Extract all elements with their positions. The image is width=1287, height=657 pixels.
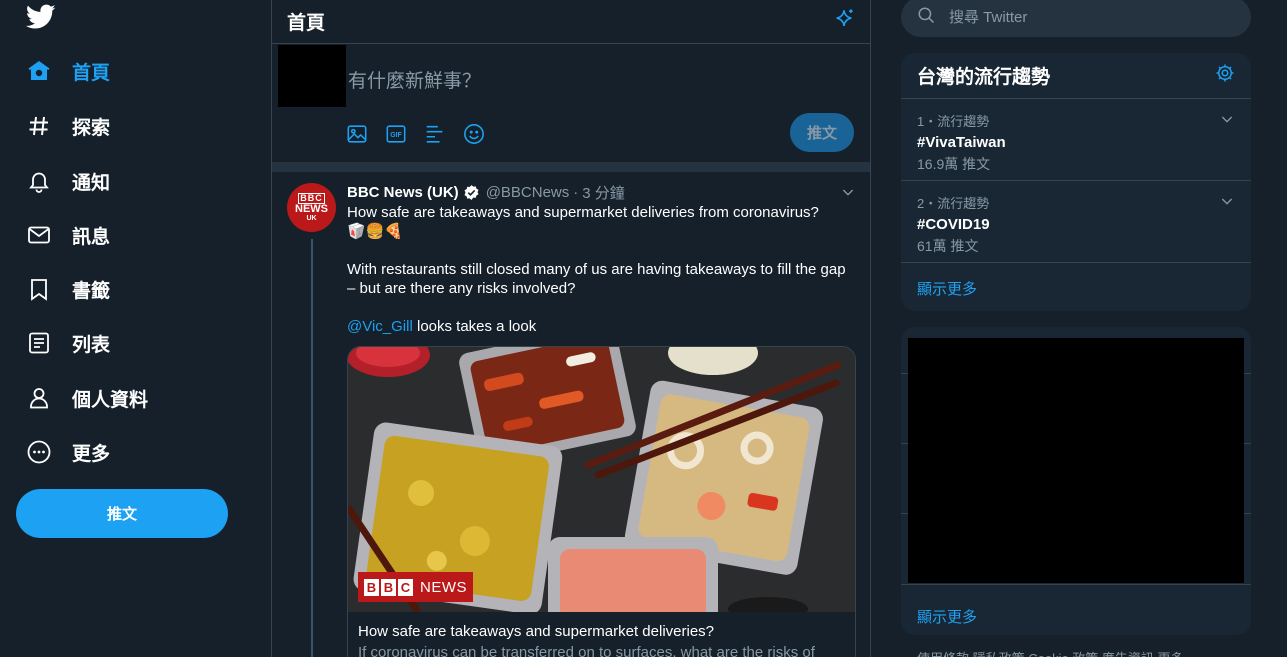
link-card[interactable]: B B C NEWS How safe are takeaways and su… <box>347 346 856 657</box>
person-icon <box>26 385 52 411</box>
left-sidebar: 首頁 探索 通知 訊息 書籤 列表 個人資料 更多 推文 <box>0 0 271 657</box>
nav-item-label: 首頁 <box>72 62 111 84</box>
show-more-link[interactable]: 顯示更多 <box>901 591 993 635</box>
nav-item-more[interactable]: 更多 <box>14 429 122 475</box>
chevron-down-icon[interactable] <box>840 184 856 205</box>
separator: · <box>573 184 579 201</box>
tweet-paragraph: With restaurants still closed many of us… <box>347 261 846 297</box>
bookmark-icon <box>26 276 52 302</box>
nav-item-label: 訊息 <box>72 226 111 248</box>
poll-icon[interactable] <box>424 121 463 147</box>
search-bar[interactable] <box>901 0 1251 37</box>
card-description: If coronavirus can be transferred on to … <box>358 644 815 657</box>
trend-item[interactable]: 2・流行趨勢 #COVID19 61萬 推文 <box>901 181 1251 263</box>
home-icon <box>26 58 52 84</box>
card-title: How safe are takeaways and supermarket d… <box>358 623 715 640</box>
tweet-header: BBC News (UK) @BBCNews · 3 分鐘 <box>347 182 625 203</box>
emoji-icon[interactable] <box>463 121 502 147</box>
logo-letter: B <box>381 578 396 596</box>
divider <box>272 162 870 172</box>
hashtag-icon <box>26 113 52 139</box>
tweet-paragraph: looks takes a look <box>412 318 537 335</box>
list-icon <box>26 330 52 356</box>
bell-icon <box>26 168 52 194</box>
nav-item-profile[interactable]: 個人資料 <box>14 375 160 421</box>
page-title: 首頁 <box>287 13 326 34</box>
redacted-content <box>908 338 1244 583</box>
trend-tag: #COVID19 <box>917 216 990 233</box>
avatar-text-news: NEWS <box>295 203 328 215</box>
bbc-news-logo: B B C NEWS <box>358 572 473 602</box>
gif-icon[interactable]: GIF <box>385 121 424 147</box>
sparkle-icon[interactable] <box>833 8 855 35</box>
avatar[interactable] <box>278 45 346 107</box>
tweet-button[interactable]: 推文 <box>16 489 228 538</box>
nav-item-label: 更多 <box>72 443 111 465</box>
trend-item[interactable]: 1・流行趨勢 #VivaTaiwan 16.9萬 推文 <box>901 99 1251 181</box>
tweet-text: How safe are takeaways and supermarket d… <box>347 203 852 355</box>
nav-item-label: 個人資料 <box>72 389 149 411</box>
author-name[interactable]: BBC News (UK) <box>347 184 459 201</box>
show-more-link[interactable]: 顯示更多 <box>901 263 1251 311</box>
chevron-down-icon[interactable] <box>1219 111 1235 132</box>
tweet-emojis: 🥡🍔🍕 <box>347 223 404 240</box>
tweet-composer: 有什麼新鮮事？ GIF 推文 <box>272 44 870 162</box>
svg-text:GIF: GIF <box>390 132 401 139</box>
logo-letter: B <box>364 578 379 596</box>
card-image[interactable]: B B C NEWS <box>348 347 855 612</box>
nav-item-notifications[interactable]: 通知 <box>14 158 122 204</box>
logo-word: NEWS <box>420 578 467 596</box>
nav-item-messages[interactable]: 訊息 <box>14 212 122 258</box>
nav-item-label: 列表 <box>72 334 111 356</box>
nav-item-label: 探索 <box>72 117 111 139</box>
trend-count: 16.9萬 推文 <box>917 156 991 172</box>
more-circle-icon <box>26 439 52 465</box>
trend-tag: #VivaTaiwan <box>917 134 1006 151</box>
logo-letter: C <box>398 578 413 596</box>
envelope-icon <box>26 222 52 248</box>
mention-link[interactable]: @Vic_Gill <box>347 318 413 335</box>
nav-item-bookmarks[interactable]: 書籤 <box>14 266 122 312</box>
timestamp[interactable]: 3 分鐘 <box>582 182 625 203</box>
image-icon[interactable] <box>346 121 385 147</box>
who-to-follow-panel: 顯示更多 <box>901 327 1251 635</box>
nav-item-home[interactable]: 首頁 <box>14 48 122 94</box>
search-input[interactable] <box>949 8 1229 26</box>
trend-count: 61萬 推文 <box>917 238 979 254</box>
thread-line <box>311 239 313 657</box>
tweet[interactable]: BBC NEWS UK BBC News (UK) @BBCNews · 3 分… <box>272 172 870 657</box>
composer-toolbar: GIF <box>346 121 502 147</box>
compose-input[interactable]: 有什麼新鮮事？ <box>348 66 481 93</box>
chevron-down-icon[interactable] <box>1219 193 1235 214</box>
trends-header: 台灣的流行趨勢 <box>901 53 1251 99</box>
gear-icon[interactable] <box>1215 63 1235 88</box>
timeline-header: 首頁 <box>272 0 870 44</box>
send-tweet-button[interactable]: 推文 <box>790 113 854 152</box>
nav-item-label: 書籤 <box>72 280 111 302</box>
trend-meta: 1・流行趨勢 <box>917 114 990 129</box>
verified-badge-icon <box>463 184 480 201</box>
tweet-line: How safe are takeaways and supermarket d… <box>347 204 819 221</box>
nav-item-lists[interactable]: 列表 <box>14 320 122 366</box>
nav-item-explore[interactable]: 探索 <box>14 103 122 149</box>
twitter-bird-icon[interactable] <box>25 4 56 30</box>
search-icon <box>917 6 935 29</box>
footer-links[interactable]: 使用條款 隱私政策 Cookie 政策 廣告資訊 更多 <box>917 648 1184 657</box>
divider <box>901 584 1251 585</box>
trend-meta: 2・流行趨勢 <box>917 196 990 211</box>
trends-panel: 台灣的流行趨勢 1・流行趨勢 #VivaTaiwan 16.9萬 推文 2・流行… <box>901 53 1251 311</box>
author-handle[interactable]: @BBCNews <box>486 184 570 201</box>
nav-item-label: 通知 <box>72 172 111 194</box>
timeline: 首頁 有什麼新鮮事？ GIF 推文 BBC NEWS UK BBC News (… <box>271 0 871 657</box>
avatar-text-uk: UK <box>306 215 317 222</box>
avatar[interactable]: BBC NEWS UK <box>287 183 336 232</box>
trends-title: 台灣的流行趨勢 <box>917 67 1051 88</box>
